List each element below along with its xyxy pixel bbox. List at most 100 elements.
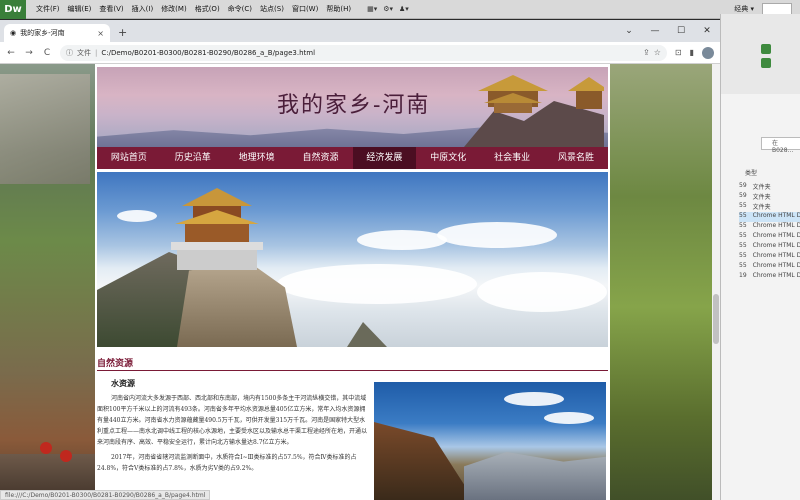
file-row[interactable]: 55 Chrome HTML D...: [739, 232, 800, 242]
nav-item-3[interactable]: 自然资源: [289, 147, 353, 169]
window-controls: ⌄ — ☐ ✕: [616, 20, 720, 42]
nav-item-1[interactable]: 历史沿革: [161, 147, 225, 169]
side-panel-icon[interactable]: ⊡: [675, 48, 682, 57]
nav-item-2[interactable]: 地理环境: [225, 147, 289, 169]
explorer-file-list: 59 文件夹 59 文件夹 55 文件夹 55 Chrome HTML D... 55 Chrom…: [739, 182, 800, 282]
file-type: 文件夹: [752, 194, 771, 201]
nav-item-5[interactable]: 中原文化: [416, 147, 480, 169]
file-type: 文件夹: [752, 204, 771, 211]
reload-button[interactable]: C: [42, 48, 52, 58]
close-tab-icon[interactable]: ×: [97, 29, 104, 38]
file-modified: 55: [739, 222, 747, 229]
file-row[interactable]: 55 Chrome HTML D...: [739, 242, 800, 252]
minimize-button[interactable]: —: [642, 26, 668, 36]
webpage-content: 我的家乡-河南 网站首页 历史沿革 地理环境 自然资源 经济发展 中原文化 社会事业 风景名胜: [95, 64, 610, 500]
url-text[interactable]: C:/Demo/B0201-B0300/B0281-B0290/B0286_a_…: [101, 49, 639, 57]
info-icon[interactable]: ⓘ: [66, 48, 73, 58]
address-bar: ← → C ⓘ 文件 | C:/Demo/B0201-B0300/B0281-B…: [0, 42, 720, 64]
cloud-shape: [504, 392, 564, 406]
explorer-search-input[interactable]: 在 B028...: [761, 137, 800, 154]
tab-title: 我的家乡-河南: [20, 29, 65, 37]
dw-menu-window[interactable]: 窗口(W): [288, 4, 322, 14]
dw-menu: 文件(F) 编辑(E) 查看(V) 插入(I) 修改(M) 格式(O) 命令(C…: [32, 4, 355, 14]
file-modified: 55: [739, 252, 747, 259]
page-scrollbar[interactable]: [712, 64, 720, 500]
forward-button[interactable]: →: [24, 48, 34, 58]
dw-toolbar: ▦▾ ⚙▾ ♟▾: [367, 5, 409, 13]
file-modified: 55: [739, 232, 747, 239]
file-type: Chrome HTML D...: [752, 262, 800, 269]
profile-avatar[interactable]: [702, 46, 714, 59]
close-window-button[interactable]: ✕: [694, 26, 720, 36]
extensions-icon[interactable]: ♟▾: [399, 5, 409, 13]
cliff-image: [0, 74, 90, 184]
bookmark-star-icon[interactable]: ☆: [654, 48, 661, 57]
omnibox[interactable]: ⓘ 文件 | C:/Demo/B0201-B0300/B0281-B0290/B…: [60, 44, 667, 61]
file-row[interactable]: 55 Chrome HTML D...: [739, 212, 800, 222]
distant-peak: [347, 322, 387, 347]
file-type: Chrome HTML D...: [752, 242, 800, 249]
dw-menu-site[interactable]: 站点(S): [256, 4, 288, 14]
tab-strip: ◉ 我的家乡-河南 × + ⌄ — ☐ ✕: [0, 20, 720, 42]
file-type: 文件夹: [752, 184, 771, 191]
file-row[interactable]: 59 文件夹: [739, 182, 800, 192]
tab-search-icon[interactable]: ⌄: [616, 26, 642, 36]
file-type: Chrome HTML D...: [752, 252, 800, 259]
background-right-scenery: [610, 64, 712, 500]
maximize-button[interactable]: ☐: [668, 26, 694, 36]
omnibox-separator: |: [95, 48, 98, 57]
scrollbar-thumb[interactable]: [713, 294, 719, 344]
article-paragraph: 2017年，河南省省辖河流监测断面中，水质符合Ⅰ~Ⅲ类标准的占57.5%，符合Ⅳ…: [97, 454, 357, 472]
dreamweaver-logo: Dw: [0, 0, 26, 19]
file-modified: 55: [739, 262, 747, 269]
article-text: 水资源 河南省内河流大多发源于西部、西北部和东南部，境内有1500多条主干河流纵…: [97, 374, 367, 474]
dw-menu-view[interactable]: 查看(V): [95, 4, 127, 14]
file-row[interactable]: 55 文件夹: [739, 202, 800, 212]
cliff-rock: [374, 422, 474, 500]
dw-menu-insert[interactable]: 插入(I): [128, 4, 158, 14]
file-type: Chrome HTML D...: [752, 222, 800, 229]
workspace-switcher[interactable]: 经典 ▾: [734, 4, 754, 14]
dw-menu-commands[interactable]: 命令(C): [224, 4, 256, 14]
share-icon[interactable]: ⇪: [643, 48, 650, 57]
hero-image: [97, 172, 608, 347]
cloud-shape: [357, 230, 447, 250]
browser-tab[interactable]: ◉ 我的家乡-河南 ×: [4, 24, 110, 42]
dw-menu-edit[interactable]: 编辑(E): [64, 4, 96, 14]
panel-icon[interactable]: [761, 58, 771, 68]
dw-menu-modify[interactable]: 修改(M): [157, 4, 191, 14]
file-modified: 55: [739, 202, 747, 209]
dw-menu-help[interactable]: 帮助(H): [322, 4, 355, 14]
dw-panel-icons: [761, 44, 771, 72]
status-link-preview: file:///C:/Demo/B0201-B0300/B0281-B0290/…: [0, 490, 211, 500]
layout-icon[interactable]: ▦▾: [367, 5, 377, 13]
back-button[interactable]: ←: [6, 48, 16, 58]
file-type: Chrome HTML D...: [752, 232, 800, 239]
file-row[interactable]: 55 Chrome HTML D...: [739, 222, 800, 232]
nav-item-7[interactable]: 风景名胜: [544, 147, 608, 169]
extension-icon[interactable]: ▮: [690, 48, 694, 57]
dw-menu-file[interactable]: 文件(F): [32, 4, 64, 14]
new-tab-button[interactable]: +: [118, 26, 127, 39]
file-modified: 59: [739, 182, 747, 189]
section-title: 自然资源: [97, 359, 134, 369]
distant-peak: [464, 452, 606, 500]
explorer-column-header[interactable]: 类型: [745, 168, 757, 177]
pavilion-illustration: [171, 188, 263, 270]
nav-item-0[interactable]: 网站首页: [97, 147, 161, 169]
file-row[interactable]: 55 Chrome HTML D...: [739, 262, 800, 272]
panel-icon[interactable]: [761, 44, 771, 54]
site-navigation: 网站首页 历史沿革 地理环境 自然资源 经济发展 中原文化 社会事业 风景名胜: [97, 147, 608, 169]
dw-menu-format[interactable]: 格式(O): [191, 4, 224, 14]
nav-item-4[interactable]: 经济发展: [352, 147, 417, 169]
temple-illustration: [464, 75, 604, 147]
file-modified: 59: [739, 192, 747, 199]
file-type: Chrome HTML D...: [752, 272, 800, 279]
page-viewport: 我的家乡-河南 网站首页 历史沿革 地理环境 自然资源 经济发展 中原文化 社会事业 风景名胜: [0, 64, 720, 500]
file-row[interactable]: 59 文件夹: [739, 192, 800, 202]
cloud-shape: [437, 222, 557, 248]
file-row[interactable]: 19 Chrome HTML D...: [739, 272, 800, 282]
nav-item-6[interactable]: 社会事业: [480, 147, 544, 169]
gear-icon[interactable]: ⚙▾: [383, 5, 393, 13]
file-row[interactable]: 55 Chrome HTML D...: [739, 252, 800, 262]
